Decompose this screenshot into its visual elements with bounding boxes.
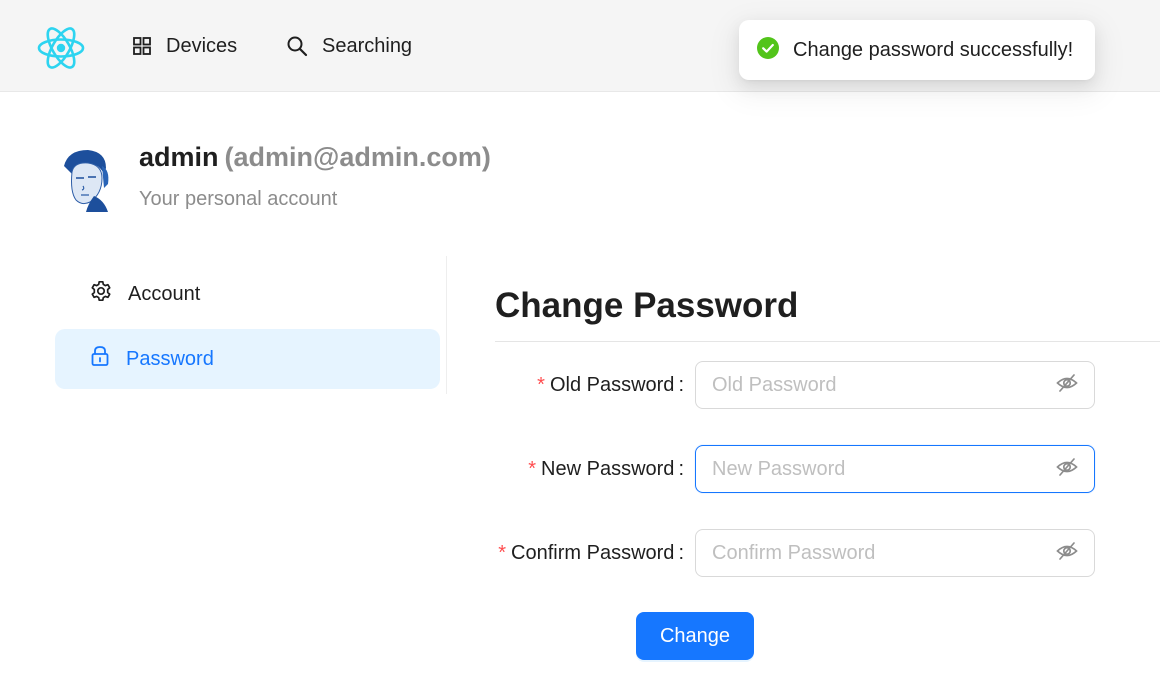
label-colon: : (678, 373, 684, 396)
eye-invisible-icon[interactable] (1056, 456, 1078, 483)
title-divider (495, 341, 1160, 342)
sidebar-item-account[interactable]: Account (55, 264, 440, 324)
sidebar-divider (446, 256, 447, 394)
nav-searching-label: Searching (322, 34, 413, 57)
react-atom-icon[interactable] (36, 24, 86, 72)
lock-icon (90, 345, 110, 373)
field-label: Old Password (549, 373, 675, 396)
sidebar-item-label: Account (128, 282, 201, 305)
eye-invisible-icon[interactable] (1056, 540, 1078, 567)
old-password-field[interactable] (695, 361, 1095, 409)
nav-devices[interactable]: Devices (132, 30, 237, 62)
change-button[interactable]: Change (636, 612, 754, 660)
old-password-input[interactable] (712, 373, 1056, 397)
success-toast: Change password successfully! (739, 20, 1095, 80)
sidebar-item-password[interactable]: Password (55, 329, 440, 389)
user-email: (admin@admin.com) (224, 142, 491, 172)
new-password-input[interactable] (712, 457, 1056, 481)
confirm-password-field[interactable] (695, 529, 1095, 577)
avatar (58, 144, 114, 212)
sidebar-item-label: Password (126, 347, 214, 370)
eye-invisible-icon[interactable] (1056, 372, 1078, 399)
toast-message: Change password successfully! (793, 38, 1074, 61)
profile-subtitle: Your personal account (139, 188, 338, 210)
nav-devices-label: Devices (166, 34, 238, 57)
gear-icon (90, 280, 112, 308)
label-colon: : (678, 541, 684, 564)
new-password-label: * New Password : (528, 445, 684, 493)
page-title: Change Password (495, 286, 799, 325)
confirm-password-input[interactable] (712, 541, 1056, 565)
old-password-label: * Old Password : (537, 361, 684, 409)
profile-name: admin (admin@admin.com) (139, 142, 491, 173)
nav-searching[interactable]: Searching (286, 30, 412, 62)
search-icon (286, 35, 308, 57)
required-mark: * (498, 541, 507, 564)
required-mark: * (528, 457, 537, 480)
grid-icon (132, 36, 152, 56)
username: admin (139, 142, 219, 172)
field-label: New Password (541, 457, 675, 480)
field-label: Confirm Password (511, 541, 675, 564)
required-mark: * (537, 373, 545, 396)
check-circle-icon (757, 36, 779, 64)
new-password-field[interactable] (695, 445, 1095, 493)
label-colon: : (678, 457, 684, 480)
confirm-password-label: * Confirm Password : (498, 529, 684, 577)
